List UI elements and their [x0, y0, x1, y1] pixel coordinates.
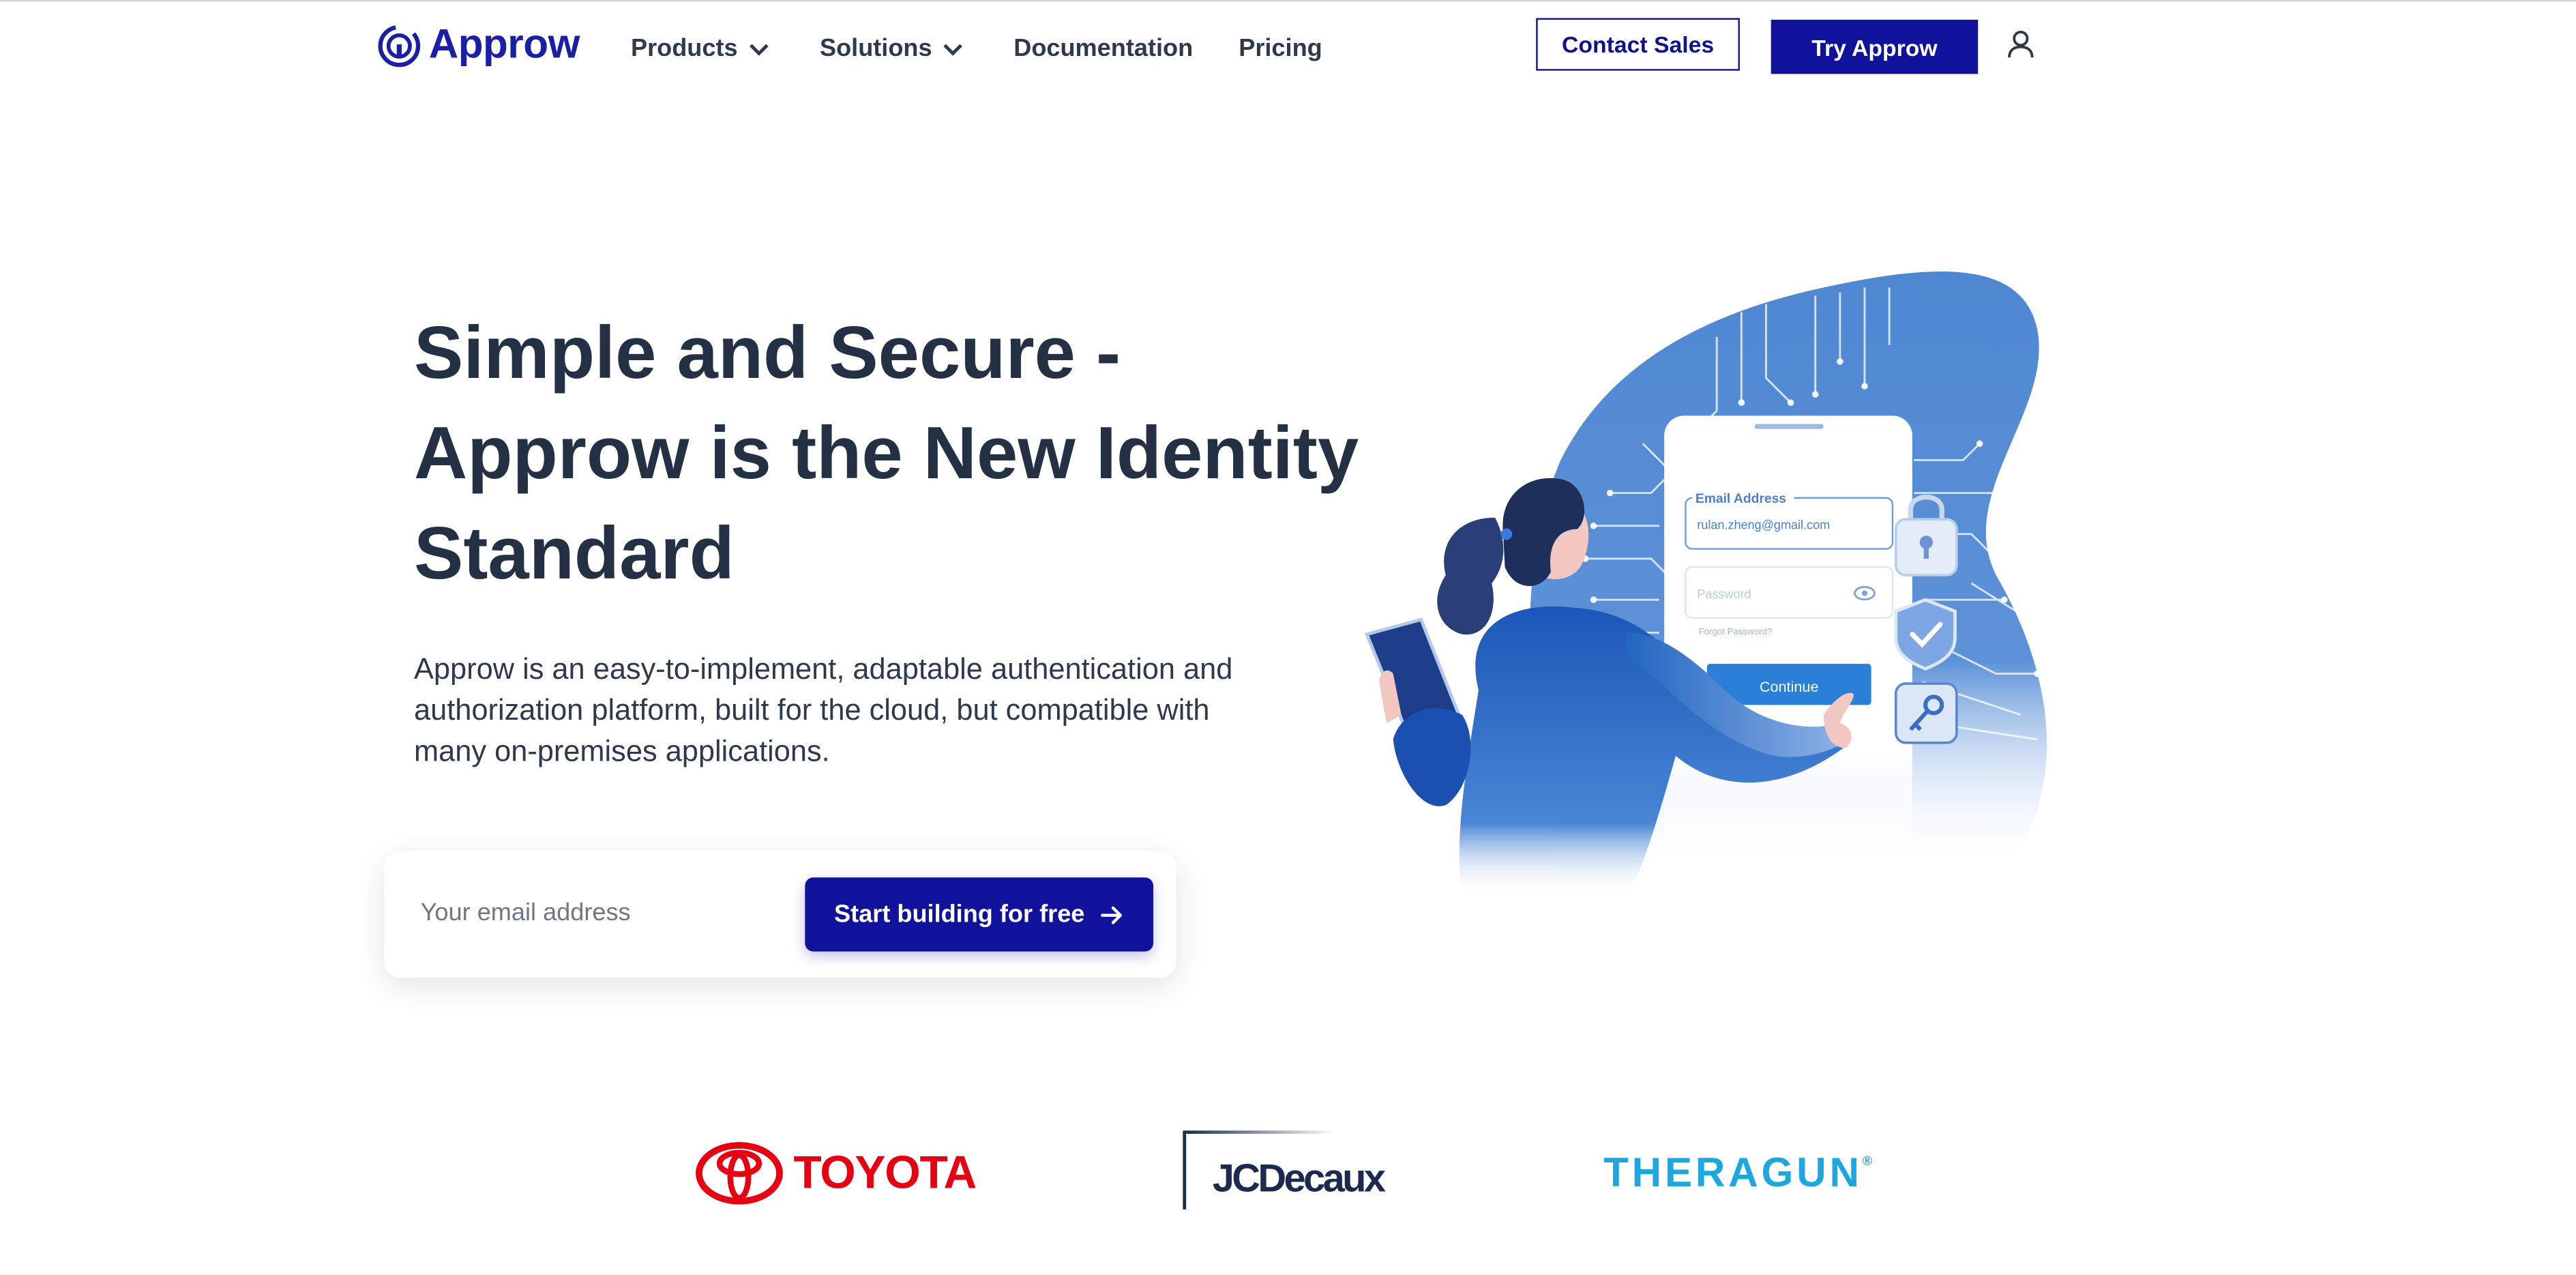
- stage: Approw Products Solutions Documentation …: [0, 0, 2576, 1275]
- nav-products-label: Products: [630, 34, 738, 63]
- chevron-down-icon: [944, 43, 963, 55]
- contact-sales-button[interactable]: Contact Sales: [1536, 18, 1740, 71]
- hero-title: Simple and Secure - Approw is the New Id…: [414, 302, 1400, 603]
- email-input[interactable]: [417, 883, 786, 940]
- nav-solutions[interactable]: Solutions: [820, 35, 963, 63]
- hero-illustration: Email Address rulan.zheng@gmail.com Pass…: [1347, 246, 2135, 904]
- nav-products[interactable]: Products: [631, 35, 769, 63]
- form-email-label: Email Address: [1696, 492, 1786, 506]
- form-password-placeholder: Password: [1697, 587, 1751, 601]
- key-icon: [1894, 682, 1958, 744]
- nav-pricing[interactable]: Pricing: [1239, 35, 1322, 63]
- approw-logo-icon: [378, 24, 421, 67]
- nav-documentation-label: Documentation: [1013, 34, 1194, 63]
- toyota-wordmark: TOYOTA: [793, 1147, 977, 1199]
- theragun-logo: THERAGUN®: [1603, 1150, 1872, 1198]
- start-building-button[interactable]: Start building for free: [805, 877, 1153, 952]
- arrow-right-icon: [1101, 905, 1123, 924]
- brand-name: Approw: [428, 21, 580, 68]
- hero-title-line-3: Standard: [414, 511, 735, 595]
- form-continue-button: Continue: [1760, 678, 1819, 695]
- registered-mark: ®: [1862, 1153, 1873, 1169]
- form-email-value: rulan.zheng@gmail.com: [1697, 518, 1830, 532]
- jcdecaux-logo: JCDecaux: [1183, 1130, 1412, 1210]
- try-approw-button[interactable]: Try Approw: [1771, 19, 1979, 74]
- hero-title-line-1: Simple and Secure -: [414, 310, 1121, 395]
- top-divider: [0, 0, 2576, 2]
- theragun-wordmark: THERAGUN: [1603, 1150, 1863, 1197]
- hero-description: Approw is an easy-to-implement, adaptabl…: [414, 652, 1233, 767]
- page: Approw Products Solutions Documentation …: [0, 0, 2576, 1272]
- toyota-logo: TOYOTA: [695, 1141, 977, 1206]
- nav-documentation[interactable]: Documentation: [1013, 35, 1193, 63]
- login-illustration: Email Address rulan.zheng@gmail.com Pass…: [1364, 271, 2047, 896]
- form-forgot-link: Forgot Password?: [1699, 626, 1772, 636]
- shield-check-icon: [1894, 598, 1957, 671]
- chevron-down-icon: [750, 43, 769, 55]
- jcdecaux-wordmark: JCDecaux: [1212, 1156, 1386, 1201]
- nav-pricing-label: Pricing: [1239, 34, 1322, 63]
- start-building-label: Start building for free: [834, 900, 1085, 928]
- signup-card: Start building for free: [384, 851, 1176, 978]
- nav-solutions-label: Solutions: [819, 34, 932, 63]
- toyota-emblem-icon: [696, 1142, 783, 1205]
- brand-logo[interactable]: Approw: [376, 21, 580, 69]
- hero-title-line-2: Approw is the New Identity: [414, 411, 1359, 495]
- user-icon[interactable]: [2004, 28, 2037, 61]
